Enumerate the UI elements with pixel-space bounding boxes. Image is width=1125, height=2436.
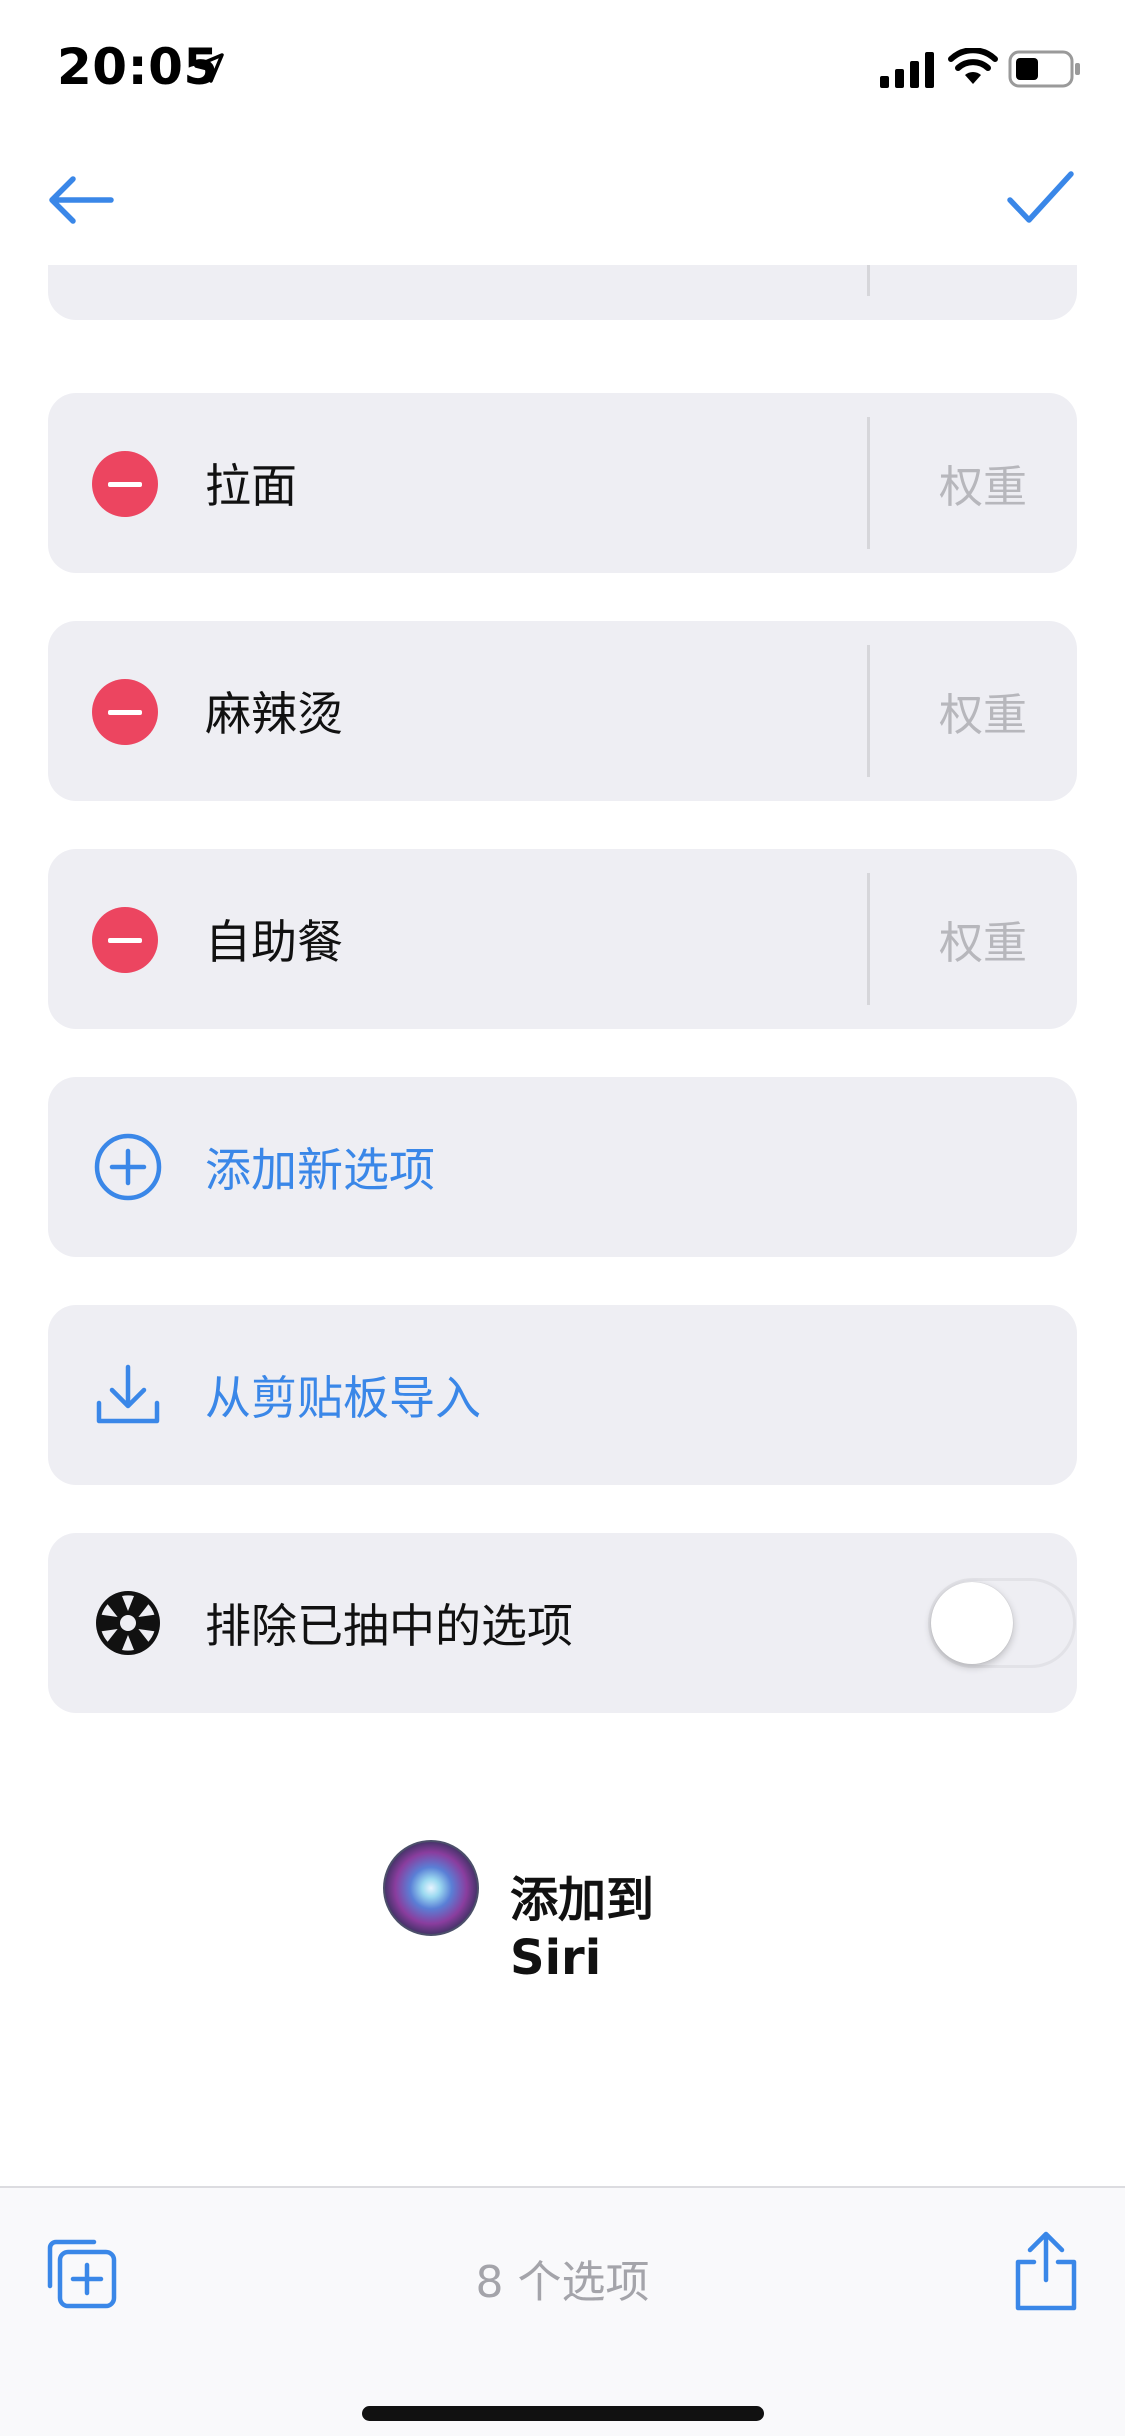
navigation-bar — [0, 135, 1125, 265]
option-row: 拉面 权重 — [48, 393, 1077, 573]
toggle-knob — [931, 1582, 1013, 1664]
delete-option-button[interactable] — [92, 451, 158, 517]
divider — [867, 265, 870, 296]
option-row: 自助餐 权重 — [48, 849, 1077, 1029]
download-icon — [96, 1364, 160, 1424]
weight-field[interactable]: 权重 — [918, 393, 1048, 573]
exclude-drawn-row: 排除已抽中的选项 — [48, 1533, 1077, 1713]
location-arrow-icon — [194, 53, 224, 83]
option-label[interactable]: 麻辣烫 — [205, 621, 343, 801]
screen: 20:05 拉面 权重 麻辣烫 权重 自助餐 权重 添加新选项 从剪贴板导入 排… — [0, 0, 1125, 2436]
import-clipboard-button[interactable]: 从剪贴板导入 — [48, 1305, 1077, 1485]
add-option-button[interactable]: 添加新选项 — [48, 1077, 1077, 1257]
checkmark-icon — [1007, 171, 1074, 223]
option-count-label: 8 个选项 — [475, 2257, 650, 2308]
option-row: 刀量 权重 — [48, 265, 1077, 320]
wifi-icon — [948, 48, 998, 84]
weight-field[interactable]: 权重 — [918, 621, 1048, 801]
plus-circle-icon — [94, 1133, 162, 1201]
exclude-drawn-toggle[interactable] — [928, 1578, 1076, 1668]
done-button[interactable] — [1000, 161, 1080, 235]
back-arrow-icon — [49, 176, 114, 224]
home-indicator[interactable] — [362, 2406, 764, 2421]
exclude-drawn-label: 排除已抽中的选项 — [205, 1599, 573, 1653]
weight-field[interactable]: 权重 — [918, 849, 1048, 1029]
divider — [867, 645, 870, 777]
share-button[interactable] — [1006, 2228, 1086, 2314]
option-label[interactable]: 拉面 — [205, 393, 297, 573]
add-to-siri-label: 添加到 Siri — [510, 1872, 655, 1986]
divider — [867, 417, 870, 549]
weight-field[interactable]: 权重 — [918, 265, 1048, 320]
add-option-label: 添加新选项 — [205, 1143, 435, 1197]
import-clipboard-label: 从剪贴板导入 — [205, 1371, 481, 1425]
add-to-siri-button[interactable]: 添加到 Siri — [383, 1840, 743, 1986]
battery-icon — [1008, 50, 1080, 88]
delete-option-button[interactable] — [92, 907, 158, 973]
bottom-toolbar: 8 个选项 — [0, 2186, 1125, 2436]
siri-orb-icon — [383, 1840, 479, 1936]
wheel-icon — [96, 1591, 160, 1655]
divider — [867, 873, 870, 1005]
option-label[interactable]: 自助餐 — [205, 849, 343, 1029]
option-label[interactable]: 刀量 — [205, 265, 297, 320]
cellular-signal-icon — [880, 52, 934, 88]
option-row: 麻辣烫 权重 — [48, 621, 1077, 801]
back-button[interactable] — [40, 165, 120, 235]
status-bar: 20:05 — [0, 0, 1125, 135]
share-icon — [1015, 2231, 1077, 2311]
delete-option-button[interactable] — [92, 679, 158, 745]
